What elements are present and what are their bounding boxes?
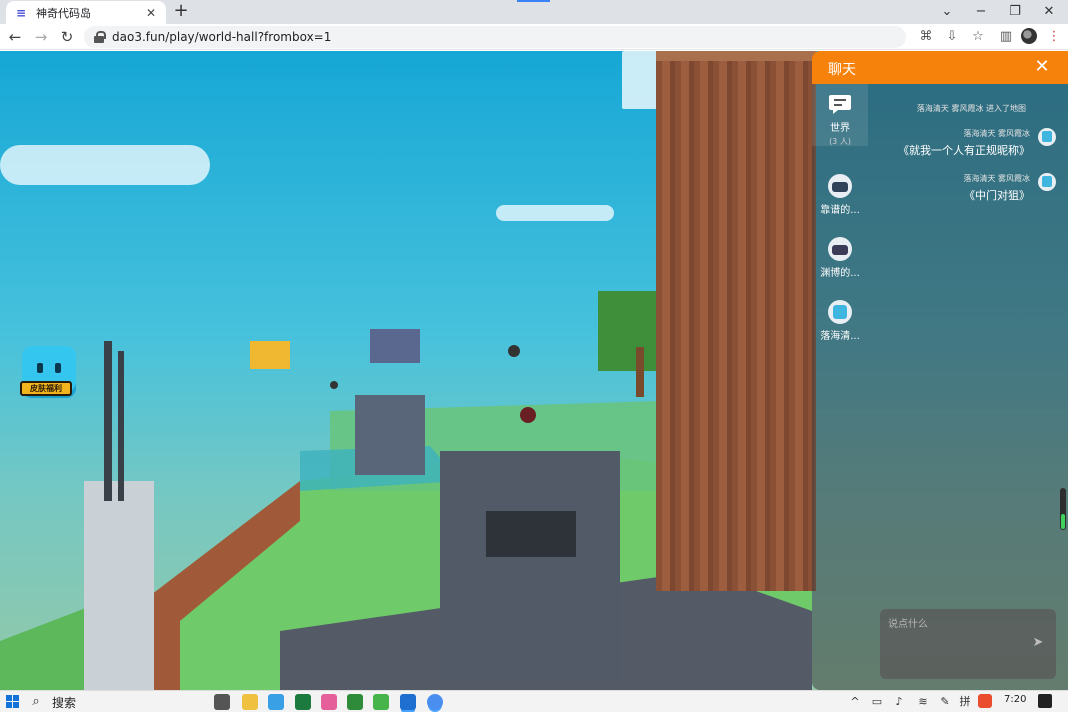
speaker-icon[interactable]: ♪	[892, 694, 906, 710]
battery-icon[interactable]: ▭	[870, 694, 884, 710]
tab-search-dropdown-icon[interactable]: ⌄	[930, 0, 964, 24]
pen-icon[interactable]: ✎	[938, 694, 952, 710]
search-label: 搜索	[52, 695, 77, 710]
chat-input[interactable]	[888, 615, 1028, 671]
avatar[interactable]	[1038, 128, 1056, 146]
tab-accent-bar	[517, 0, 550, 2]
chat-message: 落海清天 雾风霞冰 《就我一个人有正规昵称》	[868, 128, 1056, 158]
skin-welfare-button[interactable]: 皮肤福利	[20, 381, 72, 396]
channel-name: 落海清...	[820, 331, 860, 342]
excel-icon[interactable]	[295, 694, 311, 710]
system-message: 落海清天 雾风霞冰 进入了地图	[916, 104, 1026, 113]
chat-message: 落海清天 雾风霞冰 《中门对狙》	[868, 173, 1056, 203]
notification-icon[interactable]	[1038, 694, 1052, 708]
chat-header: 聊天 ✕	[812, 51, 1068, 84]
send-icon[interactable]: ➤	[1030, 635, 1046, 651]
browser-tab[interactable]: ≡ 神奇代码岛 ✕	[6, 1, 166, 24]
avatar	[828, 174, 852, 198]
security-icon[interactable]	[347, 694, 363, 710]
app-icon[interactable]	[321, 694, 337, 710]
tray-chevron-icon[interactable]: ^	[848, 694, 862, 710]
forward-button[interactable]: →	[32, 28, 50, 46]
avatar	[828, 300, 852, 324]
install-icon[interactable]: ⇩	[944, 29, 960, 45]
chat-input-box: ➤	[880, 609, 1056, 679]
channel-dm[interactable]: 落海清...	[812, 290, 868, 352]
close-chat-button[interactable]: ✕	[1032, 57, 1052, 77]
taskbar: ⌕ 搜索 ^ ▭ ♪ ≋ ✎ 拼 7:20	[0, 690, 1068, 712]
store-icon[interactable]	[268, 694, 284, 710]
close-tab-icon[interactable]: ✕	[144, 6, 158, 20]
chat-title: 聊天	[828, 62, 856, 78]
tab-strip: ≡ 神奇代码岛 ✕ + ⌄ − ❐ ✕	[0, 0, 1068, 24]
avatar[interactable]	[1038, 173, 1056, 191]
channel-name: 靠谱的...	[820, 205, 860, 216]
app-tray-icon[interactable]	[978, 694, 992, 708]
tab-title: 神奇代码岛	[36, 6, 91, 20]
profile-avatar[interactable]	[1021, 28, 1037, 44]
lock-icon[interactable]	[94, 31, 106, 43]
file-explorer-icon[interactable]	[242, 694, 258, 710]
channel-dm[interactable]: 渊博的...	[812, 227, 868, 289]
sidebar-icon[interactable]: ▥	[998, 29, 1014, 45]
app-icon[interactable]	[400, 694, 416, 710]
chat-bubble-icon	[829, 95, 851, 114]
channel-dm[interactable]: 靠谱的...	[812, 164, 868, 226]
url-text[interactable]: dao3.fun/play/world-hall?frombox=1	[112, 30, 331, 44]
translate-icon[interactable]: ⌘	[918, 29, 934, 45]
windows-start-icon[interactable]	[6, 695, 20, 709]
minimize-button[interactable]: −	[964, 0, 998, 24]
channel-name: 渊博的...	[820, 268, 860, 279]
clock-time[interactable]: 7:20	[1004, 694, 1026, 705]
brick-wall	[656, 51, 816, 591]
reload-button[interactable]: ↻	[58, 28, 76, 46]
close-window-button[interactable]: ✕	[1032, 0, 1066, 24]
search-icon: ⌕	[32, 694, 40, 709]
chrome-icon[interactable]	[427, 694, 443, 710]
browser-toolbar: ← → ↻ dao3.fun/play/world-hall?frombox=1…	[0, 24, 1068, 50]
task-view-icon[interactable]	[214, 694, 230, 710]
channel-member-count: (3 人)	[829, 137, 851, 146]
message-sender: 落海清天 雾风霞冰	[963, 129, 1030, 138]
channel-world[interactable]: 世界 (3 人)	[812, 84, 868, 146]
mascot-eyes	[35, 363, 63, 373]
site-favicon-icon: ≡	[15, 5, 27, 20]
channel-name: 世界	[830, 123, 850, 134]
app-icon[interactable]	[373, 694, 389, 710]
menu-icon[interactable]: ⋮	[1046, 29, 1062, 45]
message-text: 《中门对狙》	[964, 189, 1030, 202]
back-button[interactable]: ←	[6, 28, 24, 46]
new-tab-button[interactable]: +	[172, 2, 190, 20]
message-sender: 落海清天 雾风霞冰	[963, 174, 1030, 183]
wifi-icon[interactable]: ≋	[916, 694, 930, 710]
volume-slider[interactable]	[1060, 488, 1066, 530]
taskbar-search[interactable]: ⌕ 搜索	[28, 692, 204, 712]
avatar	[828, 237, 852, 261]
volume-level	[1061, 514, 1065, 529]
restore-button[interactable]: ❐	[998, 0, 1032, 24]
chat-channel-list: 世界 (3 人) 靠谱的... 渊博的... 落海清...	[812, 84, 868, 690]
input-method-icon[interactable]: 拼	[958, 694, 972, 710]
message-text: 《就我一个人有正规昵称》	[898, 144, 1030, 157]
brick-wall-top	[656, 51, 816, 61]
chat-panel: 聊天 ✕ 世界 (3 人) 靠谱的... 渊博的... 落海清... 落海清天 …	[812, 51, 1068, 690]
star-icon[interactable]: ☆	[970, 29, 986, 45]
address-bar[interactable]: dao3.fun/play/world-hall?frombox=1	[84, 26, 906, 48]
